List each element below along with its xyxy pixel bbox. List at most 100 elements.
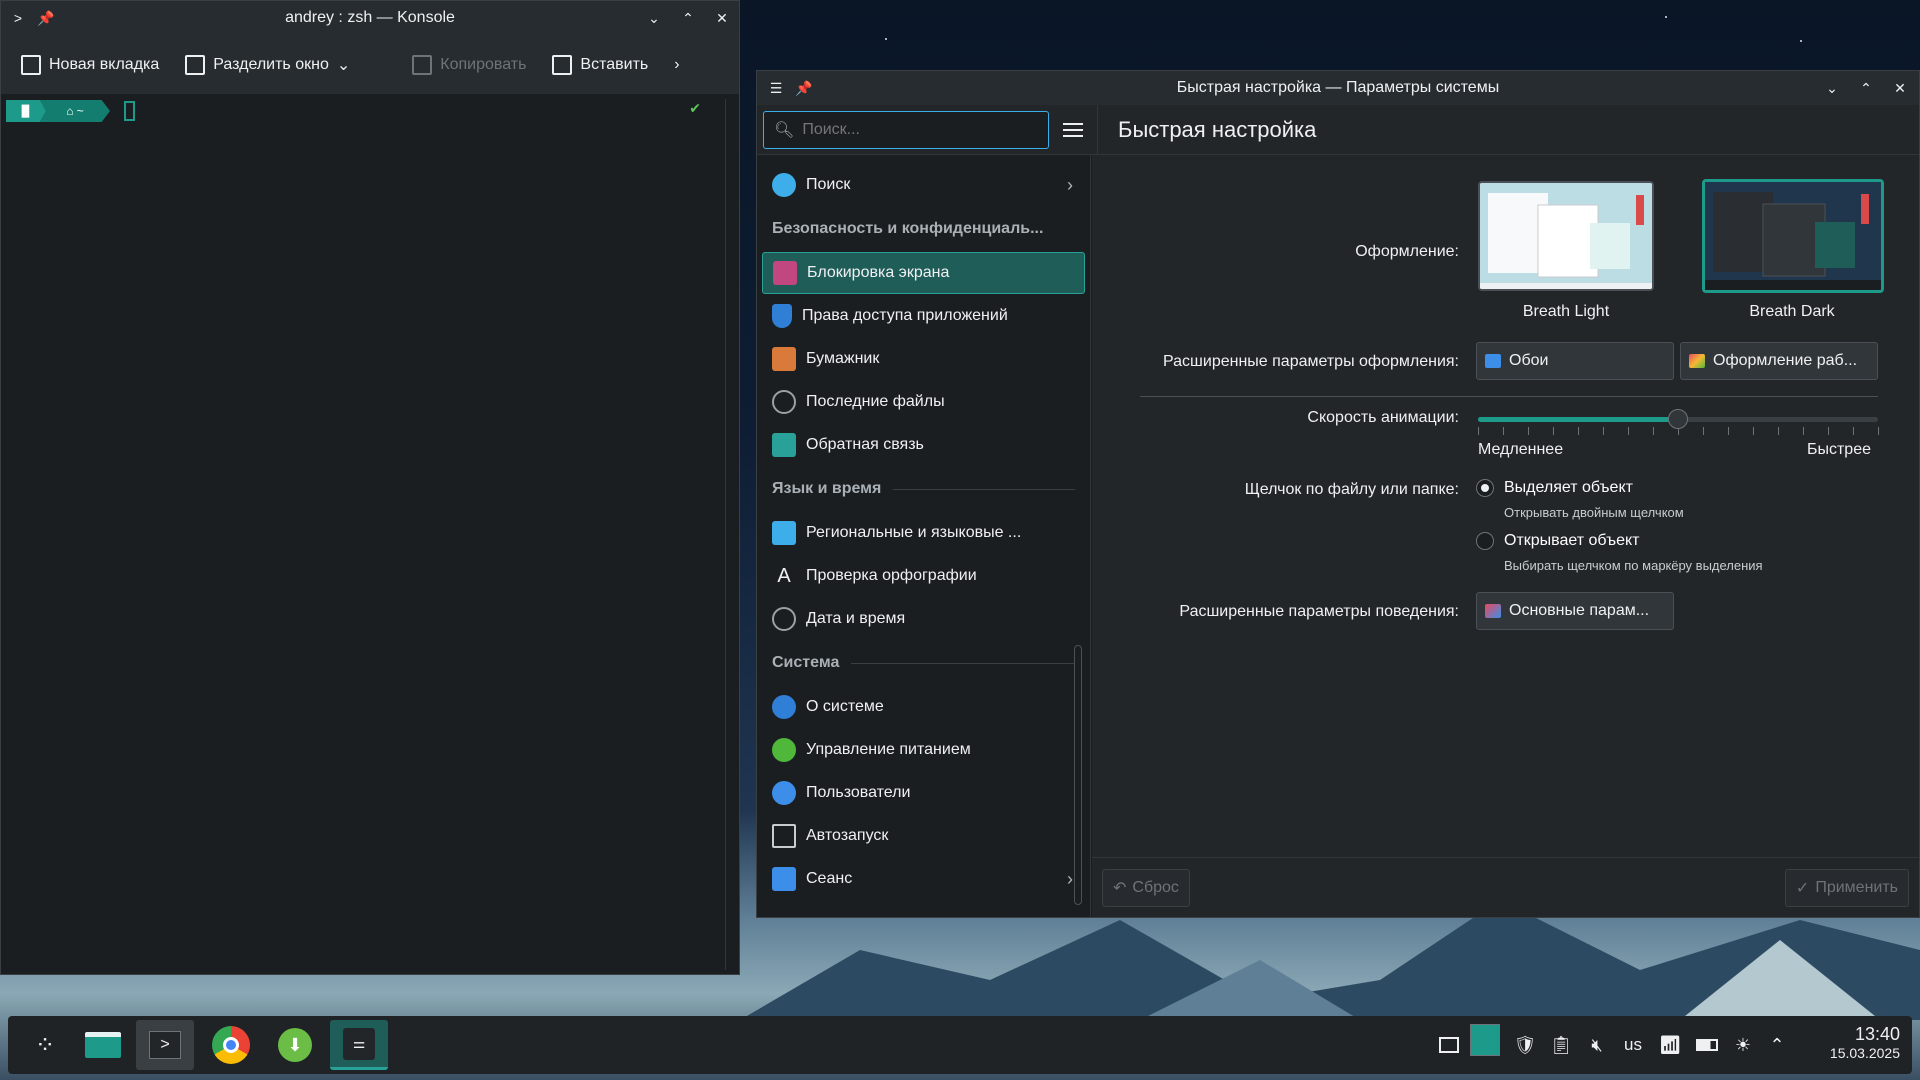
settings-titlebar[interactable]: ☰ 📌 Быстрая настройка — Параметры систем…: [757, 71, 1919, 105]
pager-icon[interactable]: [1470, 1024, 1500, 1056]
prompt-path: ⌂ ~: [40, 100, 110, 122]
konsole-titlebar[interactable]: > 📌 andrey : zsh — Konsole ⌄ ⌃ ✕: [1, 1, 739, 35]
minimize-button[interactable]: ⌄: [645, 9, 663, 27]
slider-tick: [1778, 427, 1779, 435]
settings-main: Оформление: Breath Light Breath Dark Рас…: [1092, 155, 1919, 917]
radio-select-object[interactable]: Выделяет объект: [1476, 479, 1633, 497]
regional-icon: [772, 521, 796, 545]
settings-header: 🔍︎ Быстрая настройка: [757, 104, 1919, 155]
radio-open-indicator[interactable]: [1476, 532, 1494, 550]
radio-open-object[interactable]: Открывает объект: [1476, 532, 1639, 550]
feedback-icon: [772, 433, 796, 457]
sidebar-item-app-permissions[interactable]: Права доступа приложений: [762, 295, 1085, 337]
lock-screen-icon: [773, 261, 797, 285]
animation-slider-fill: [1478, 417, 1678, 422]
wallpaper-button[interactable]: Обои: [1476, 342, 1674, 380]
sidebar-item-recent-files[interactable]: Последние файлы: [762, 381, 1085, 423]
new-tab-button[interactable]: Новая вкладка: [21, 54, 159, 75]
sidebar-item-datetime[interactable]: Дата и время: [762, 598, 1085, 640]
animation-slower-label: Медленнее: [1478, 441, 1564, 458]
minimize-button[interactable]: ⌄: [1823, 79, 1841, 97]
theme-breath-light[interactable]: [1478, 181, 1654, 291]
terminal-area[interactable]: ▉ ⌂ ~ ✔: [1, 95, 739, 974]
sidebar-item-about[interactable]: О системе: [762, 686, 1085, 728]
task-system-settings[interactable]: ⚌: [330, 1020, 388, 1070]
brightness-icon[interactable]: ☀: [1732, 1032, 1754, 1058]
sidebar-item-power[interactable]: Управление питанием: [762, 729, 1085, 771]
apply-button[interactable]: ✓ Применить: [1784, 869, 1909, 907]
sidebar-item-lock-screen[interactable]: Блокировка экрана: [762, 252, 1085, 294]
radio-select-indicator[interactable]: [1476, 479, 1494, 497]
task-chrome[interactable]: [202, 1020, 260, 1070]
show-desktop-icon[interactable]: [1438, 1032, 1460, 1058]
sidebar-item-spellcheck[interactable]: A Проверка орфографии: [762, 555, 1085, 597]
sidebar-item-feedback[interactable]: Обратная связь: [762, 424, 1085, 466]
volume-muted-icon[interactable]: 🔇︎: [1586, 1032, 1608, 1058]
search-field[interactable]: 🔍︎: [763, 110, 1049, 149]
sidebar-item-autostart[interactable]: Автозапуск: [762, 815, 1085, 857]
slider-tick: [1878, 427, 1879, 435]
slider-tick: [1478, 427, 1479, 435]
advanced-behavior-label: Расширенные параметры поведения:: [1179, 603, 1459, 620]
clipboard-icon[interactable]: 📋︎: [1550, 1032, 1573, 1058]
split-view-button[interactable]: Разделить окно ⌄: [185, 54, 350, 75]
maximize-button[interactable]: ⌃: [679, 9, 697, 27]
security-shield-icon[interactable]: 🛡︎: [1514, 1032, 1537, 1058]
konsole-toolbar: Новая вкладка Разделить окно ⌄ Копироват…: [1, 35, 739, 95]
wifi-icon[interactable]: 📶︎: [1658, 1032, 1682, 1058]
slider-tick: [1628, 427, 1629, 435]
reset-button[interactable]: ↶ Сброс: [1102, 869, 1190, 907]
paste-icon: [552, 54, 573, 75]
search-category-icon: [772, 173, 796, 197]
shell-prompt: ▉ ⌂ ~: [6, 100, 135, 122]
settings-icon: ⚌: [343, 1027, 375, 1060]
slider-tick: [1578, 427, 1579, 435]
clock[interactable]: 13:40 15.03.2025: [1830, 1024, 1900, 1061]
close-button[interactable]: ✕: [1891, 79, 1909, 97]
animation-slider-handle[interactable]: [1668, 409, 1688, 429]
task-downloader[interactable]: ⬇: [266, 1020, 324, 1070]
sidebar-item-users[interactable]: Пользователи: [762, 772, 1085, 814]
terminal-scrollbar[interactable]: [725, 99, 733, 970]
konsole-app-icon[interactable]: >: [9, 9, 27, 27]
tray-expand-chevron-icon[interactable]: ⌃: [1766, 1032, 1788, 1058]
theme-breath-dark[interactable]: [1702, 179, 1884, 293]
clock-icon: [772, 390, 796, 414]
check-icon: ✓: [1795, 880, 1810, 897]
settings-app-icon[interactable]: ☰: [767, 79, 785, 97]
clock-date: 15.03.2025: [1829, 1045, 1900, 1061]
paste-button[interactable]: Вставить: [552, 54, 648, 75]
theme-dark-caption: Breath Dark: [1749, 303, 1835, 320]
sidebar-item-regional[interactable]: Региональные и языковые ...: [762, 512, 1085, 554]
terminal-icon: >: [149, 1031, 181, 1059]
general-behavior-button[interactable]: Основные парам...: [1476, 592, 1674, 630]
page-title: Быстрая настройка: [1118, 116, 1317, 142]
chevron-right-icon: ›: [1067, 174, 1073, 195]
pin-icon[interactable]: 📌: [795, 79, 813, 97]
chrome-icon: [212, 1026, 250, 1064]
general-behavior-icon: [1485, 604, 1501, 618]
task-dolphin[interactable]: [74, 1020, 132, 1070]
new-tab-icon: [21, 54, 41, 75]
close-button[interactable]: ✕: [713, 9, 731, 27]
settings-footer: ↶ Сброс ✓ Применить: [1092, 857, 1919, 917]
copy-button[interactable]: Копировать: [412, 54, 526, 75]
sidebar-item-session[interactable]: Сеанс ›: [762, 858, 1085, 900]
battery-icon[interactable]: [1694, 1032, 1720, 1058]
hamburger-menu-icon[interactable]: [1063, 122, 1083, 137]
pin-icon[interactable]: 📌: [37, 9, 55, 27]
app-launcher-button[interactable]: ⁘: [16, 1020, 74, 1070]
search-input[interactable]: [802, 120, 1033, 139]
download-icon: ⬇: [278, 1028, 312, 1062]
folder-icon: [85, 1032, 121, 1058]
taskbar: ⁘ > ⬇ ⚌ 🛡︎ 📋︎ 🔇︎ us 📶︎ ☀ ⌃ 13:40 15.03.2…: [8, 1016, 1912, 1074]
launcher-icon: ⁘: [34, 1031, 56, 1059]
more-tools-chevron-icon[interactable]: ›: [674, 56, 679, 74]
keyboard-layout[interactable]: us: [1620, 1032, 1646, 1058]
task-konsole[interactable]: >: [136, 1020, 194, 1070]
desktop-theme-button[interactable]: Оформление раб...: [1680, 342, 1878, 380]
sidebar-item-wallet[interactable]: Бумажник: [762, 338, 1085, 380]
sidebar-scrollbar[interactable]: [1074, 645, 1082, 905]
maximize-button[interactable]: ⌃: [1857, 79, 1875, 97]
sidebar-item-search[interactable]: Поиск ›: [762, 164, 1085, 206]
